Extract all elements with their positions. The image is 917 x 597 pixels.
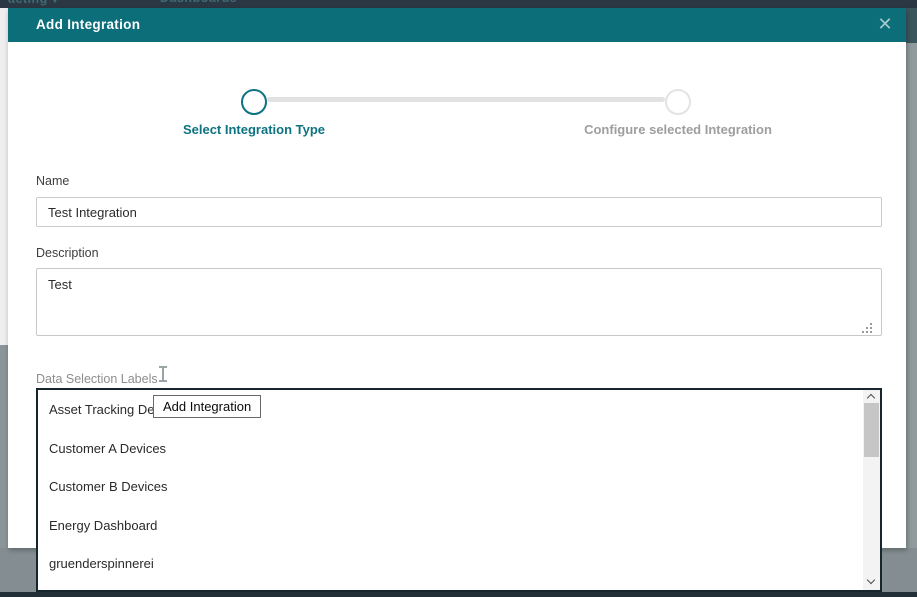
- dialog-title: Add Integration: [36, 8, 140, 42]
- backdrop-left-bottom: [0, 345, 8, 548]
- navbar-text-fragment: acting ▾: [8, 0, 59, 6]
- backdrop-left-top: [0, 8, 8, 345]
- navbar-text-fragment: Dashboards: [160, 0, 237, 5]
- description-textarea[interactable]: Test: [36, 268, 882, 336]
- stepper-step-1-circle: [241, 89, 267, 115]
- stepper-step-2-label: Configure selected Integration: [520, 122, 836, 137]
- dialog-header: Add Integration ✕: [8, 8, 906, 42]
- close-icon[interactable]: ✕: [871, 8, 899, 42]
- backdrop-bottom-footer: [0, 592, 917, 597]
- name-input[interactable]: [36, 197, 882, 227]
- description-label: Description: [36, 246, 99, 260]
- tooltip: Add Integration: [153, 395, 261, 418]
- list-item[interactable]: Customer B Devices: [38, 468, 848, 507]
- scroll-down-icon[interactable]: [863, 575, 880, 590]
- list-item[interactable]: Customer A Devices: [38, 430, 848, 469]
- resize-grip-icon[interactable]: [870, 323, 872, 325]
- data-selection-labels-listbox[interactable]: Asset Tracking Devices Customer A Device…: [36, 388, 882, 592]
- stepper-step-1-label: Select Integration Type: [138, 122, 370, 137]
- screen: acting ▾ Dashboards Add Integration ✕ Se…: [0, 0, 917, 597]
- stepper-connector-line: [267, 97, 665, 102]
- list-item[interactable]: gruenderspinnerei: [38, 545, 848, 584]
- name-label: Name: [36, 174, 69, 188]
- stepper-step-2-circle: [665, 89, 691, 115]
- scrollbar-thumb[interactable]: [864, 403, 879, 457]
- list-item[interactable]: Energy Dashboard: [38, 507, 848, 546]
- text-cursor-icon: [158, 366, 168, 382]
- background-navbar-clipped: acting ▾ Dashboards: [0, 0, 917, 8]
- data-selection-labels-label: Data Selection Labels: [36, 372, 158, 386]
- listbox-scrollbar[interactable]: [863, 390, 880, 590]
- backdrop-right-mid: [906, 43, 917, 548]
